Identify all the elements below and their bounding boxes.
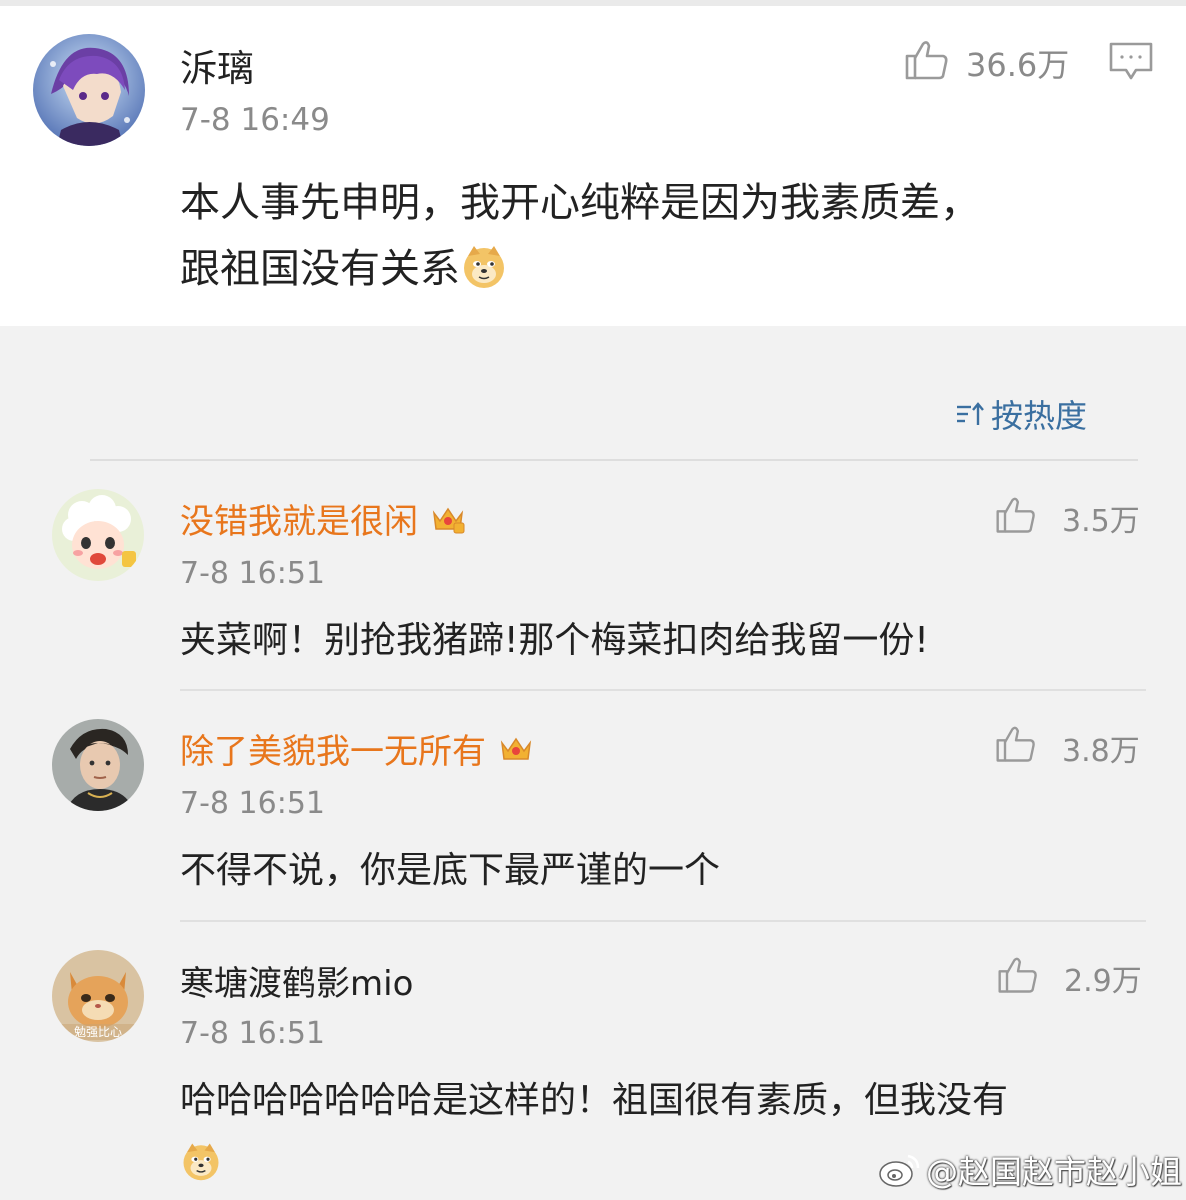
watermark-text: @赵国赵市赵小姐 [926, 1153, 1183, 1191]
thumbs-up-icon[interactable] [996, 953, 1040, 997]
divider [90, 459, 1138, 461]
sort-label: 按热度 [991, 397, 1088, 435]
username-text: 没错我就是很闲 [180, 502, 418, 542]
doge-emoji-icon [460, 242, 508, 290]
weibo-watermark: @赵国赵市赵小姐 [878, 1148, 1182, 1192]
divider [180, 689, 1146, 691]
post-time: 7-8 16:49 [180, 102, 330, 138]
avatar[interactable] [52, 719, 144, 811]
comment-time: 7-8 16:51 [180, 1016, 325, 1051]
like-count: 2.9万 [1064, 964, 1142, 999]
comment-text: 夹菜啊！别抢我猪蹄!那个梅菜扣肉给我留一份! [180, 620, 929, 661]
thumbs-up-icon[interactable] [994, 493, 1038, 537]
main-post: 泝璃 7-8 16:49 36.6万 本人事先申明，我开心纯粹是因为我素质差， … [0, 0, 1186, 326]
avatar-caption: 勉强比心 [74, 1025, 122, 1039]
comment-text-line: 哈哈哈哈哈哈哈是这样的！祖国很有素质，但我没有 [180, 1080, 1009, 1121]
vip-crown-icon [500, 737, 532, 760]
username-text: 除了美貌我一无所有 [180, 732, 486, 772]
username[interactable]: 泝璃 [180, 38, 254, 92]
post-text: 本人事先申明，我开心纯粹是因为我素质差， 跟祖国没有关系 [180, 170, 1140, 302]
thumbs-up-icon[interactable] [994, 722, 1038, 766]
comment-icon[interactable] [1108, 40, 1154, 82]
like-count: 3.8万 [1062, 734, 1140, 769]
comment-time: 7-8 16:51 [180, 786, 325, 821]
comment-username[interactable]: 除了美貌我一无所有 [180, 724, 534, 773]
top-divider [0, 0, 1186, 6]
avatar[interactable] [33, 34, 145, 146]
divider [180, 920, 1146, 922]
comment-username[interactable]: 寒塘渡鹤影mio [180, 956, 413, 1005]
like-count: 3.5万 [1062, 504, 1140, 539]
thumbs-up-icon[interactable] [903, 36, 951, 84]
avatar[interactable] [52, 489, 144, 581]
comment-text: 不得不说，你是底下最严谨的一个 [180, 850, 721, 891]
vip-crown-icon [432, 507, 465, 534]
sort-icon [957, 402, 984, 425]
sort-by-hotness-button[interactable]: 按热度 [955, 392, 1087, 436]
comment-time: 7-8 16:51 [180, 556, 325, 591]
like-count: 36.6万 [966, 46, 1070, 84]
comment-username[interactable]: 没错我就是很闲 [180, 494, 466, 543]
weibo-logo-icon [879, 1154, 920, 1187]
post-text-line: 本人事先申明，我开心纯粹是因为我素质差， [180, 180, 980, 226]
avatar[interactable]: 勉强比心 [52, 950, 144, 1042]
doge-emoji-icon [180, 1140, 222, 1182]
post-text-segment: 跟祖国没有关系 [180, 246, 460, 292]
post-text-line: 跟祖国没有关系 [180, 236, 1140, 302]
